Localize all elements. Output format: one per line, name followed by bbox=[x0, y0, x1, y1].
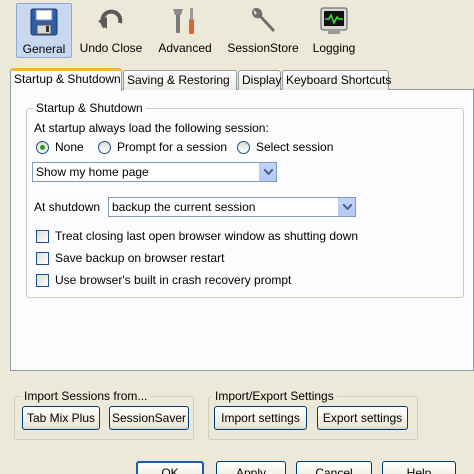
startup-label: At startup always load the following ses… bbox=[34, 121, 269, 135]
tab-saving-restoring[interactable]: Saving & Restoring bbox=[123, 70, 237, 90]
checkbox-treat-closing-box[interactable] bbox=[36, 229, 49, 243]
startup-shutdown-legend: Startup & Shutdown bbox=[33, 101, 146, 115]
toolbar-undo-close-button[interactable]: Undo Close bbox=[80, 3, 142, 58]
cancel-button[interactable]: Cancel bbox=[296, 461, 372, 474]
toolbar-general-button[interactable]: General bbox=[16, 3, 72, 58]
floppy-disk-icon bbox=[30, 8, 58, 36]
checkbox-crash-recovery[interactable]: Use browser's built in crash recovery pr… bbox=[36, 273, 291, 287]
toolbar-logging-label: Logging bbox=[312, 41, 356, 55]
checkbox-save-backup[interactable]: Save backup on browser restart bbox=[36, 251, 224, 265]
tab-mix-plus-button[interactable]: Tab Mix Plus bbox=[22, 406, 100, 430]
help-button[interactable]: Help bbox=[382, 461, 456, 474]
checkbox-crash-recovery-box[interactable] bbox=[36, 273, 49, 287]
tab-display[interactable]: Display bbox=[238, 70, 281, 90]
tab-startup-shutdown[interactable]: Startup & Shutdown bbox=[10, 68, 122, 91]
toolbar-logging-button[interactable]: Logging bbox=[310, 3, 358, 58]
toolbar: General Undo Close Advanced SessionStore… bbox=[0, 0, 474, 60]
undo-arrow-icon bbox=[98, 9, 123, 29]
toolbar-advanced-label: Advanced bbox=[158, 41, 212, 55]
radio-none-button[interactable] bbox=[36, 140, 49, 154]
shutdown-action-select[interactable]: backup the current session bbox=[108, 197, 356, 217]
radio-prompt-session-label: Prompt for a session bbox=[117, 140, 228, 154]
shutdown-action-select-value: backup the current session bbox=[112, 200, 256, 214]
shutdown-label: At shutdown bbox=[34, 200, 101, 214]
monitor-icon bbox=[320, 7, 348, 34]
apply-button[interactable]: Apply bbox=[216, 461, 286, 474]
toolbar-advanced-button[interactable]: Advanced bbox=[156, 3, 214, 58]
radio-none-label: None bbox=[55, 140, 84, 154]
import-export-legend: Import/Export Settings bbox=[212, 389, 337, 403]
tools-icon bbox=[173, 8, 194, 34]
import-sessions-legend: Import Sessions from... bbox=[21, 389, 151, 403]
radio-select-session-button[interactable] bbox=[237, 140, 250, 154]
import-settings-button[interactable]: Import settings bbox=[214, 406, 307, 430]
sessionsaver-button[interactable]: SessionSaver bbox=[109, 406, 189, 430]
checkbox-crash-recovery-label: Use browser's built in crash recovery pr… bbox=[55, 273, 292, 287]
ok-button[interactable]: OK bbox=[136, 461, 204, 474]
checkbox-save-backup-box[interactable] bbox=[36, 251, 49, 265]
chevron-down-icon[interactable] bbox=[259, 163, 276, 181]
tab-keyboard-shortcuts[interactable]: Keyboard Shortcuts bbox=[282, 70, 391, 90]
toolbar-general-label: General bbox=[22, 42, 66, 56]
radio-select-session[interactable]: Select session bbox=[237, 140, 333, 154]
radio-prompt-session[interactable]: Prompt for a session bbox=[98, 140, 227, 154]
checkbox-treat-closing-label: Treat closing last open browser window a… bbox=[55, 229, 359, 243]
toolbar-sessionstore-button[interactable]: SessionStore bbox=[226, 3, 300, 58]
checkbox-treat-closing[interactable]: Treat closing last open browser window a… bbox=[36, 229, 358, 243]
toolbar-undo-close-label: Undo Close bbox=[79, 41, 143, 55]
startup-session-select[interactable]: Show my home page bbox=[32, 162, 277, 182]
chevron-down-icon[interactable] bbox=[338, 198, 355, 216]
toolbar-sessionstore-label: SessionStore bbox=[227, 41, 299, 55]
radio-prompt-session-button[interactable] bbox=[98, 140, 111, 154]
export-settings-button[interactable]: Export settings bbox=[317, 406, 408, 430]
radio-select-session-label: Select session bbox=[256, 140, 334, 154]
checkbox-save-backup-label: Save backup on browser restart bbox=[55, 251, 225, 265]
radio-none[interactable]: None bbox=[36, 140, 84, 154]
startup-session-select-value: Show my home page bbox=[36, 165, 149, 179]
wrench-icon bbox=[251, 7, 275, 33]
